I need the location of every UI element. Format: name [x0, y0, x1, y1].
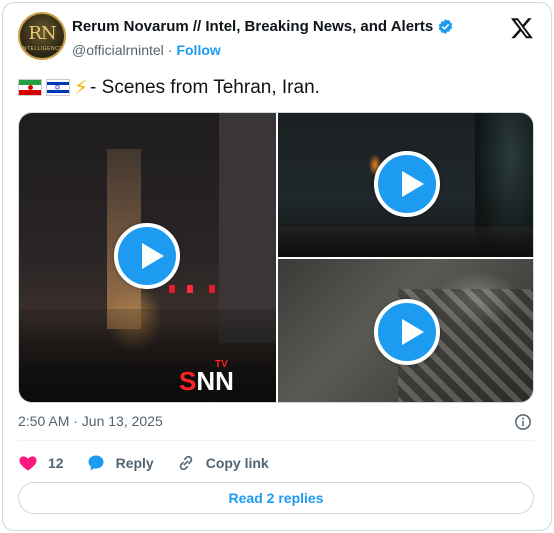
- tweet-timestamp[interactable]: 2:50 AM · Jun 13, 2025: [18, 413, 163, 429]
- video-tile-2[interactable]: [278, 113, 533, 257]
- play-icon[interactable]: [374, 151, 440, 217]
- snn-watermark: S NN TV: [179, 359, 234, 396]
- crowd-shape: [278, 227, 533, 257]
- author-avatar[interactable]: RN INTELLIGENCE: [18, 12, 66, 60]
- x-logo-icon[interactable]: [510, 16, 534, 40]
- reply-bubble-icon: [88, 455, 104, 471]
- read-replies-button[interactable]: Read 2 replies: [18, 482, 534, 514]
- video-tile-3[interactable]: [278, 259, 533, 402]
- link-icon: [179, 455, 192, 471]
- info-icon[interactable]: [514, 413, 532, 431]
- tweet-text: ✡ ⚡ - Scenes from Tehran, Iran.: [18, 75, 320, 100]
- verified-badge-icon: [438, 19, 453, 34]
- author-name-row: Rerum Novarum // Intel, Breaking News, a…: [72, 18, 454, 35]
- divider: [18, 440, 534, 441]
- author-display-name[interactable]: Rerum Novarum // Intel, Breaking News, a…: [72, 18, 433, 35]
- tweet-body: - Scenes from Tehran, Iran.: [90, 76, 320, 98]
- reply-button[interactable]: Reply: [86, 453, 154, 473]
- video-tile-1[interactable]: S NN TV: [19, 113, 276, 402]
- author-handle-row: @officialrnintel · Follow: [72, 42, 221, 58]
- play-icon[interactable]: [374, 299, 440, 365]
- avatar-subtext: INTELLIGENCE: [20, 46, 64, 52]
- lightning-icon: ⚡: [74, 77, 89, 99]
- play-icon[interactable]: [114, 223, 180, 289]
- heart-icon: [19, 456, 37, 471]
- copy-link-label: Copy link: [205, 455, 269, 471]
- avatar-monogram: RN: [28, 23, 56, 44]
- media-grid: S NN TV: [18, 112, 534, 403]
- follow-button[interactable]: Follow: [176, 42, 220, 58]
- action-bar: 12 Reply Copy link: [18, 452, 291, 474]
- iran-flag-icon: [18, 79, 42, 96]
- israel-flag-icon: ✡: [46, 79, 70, 96]
- like-button[interactable]: 12: [18, 453, 64, 473]
- like-count: 12: [48, 455, 64, 471]
- author-handle[interactable]: @officialrnintel: [72, 42, 164, 58]
- copy-link-button[interactable]: Copy link: [176, 453, 269, 473]
- emergency-lights: [169, 285, 276, 293]
- crowd-shape: [19, 309, 276, 402]
- reply-label: Reply: [115, 455, 154, 471]
